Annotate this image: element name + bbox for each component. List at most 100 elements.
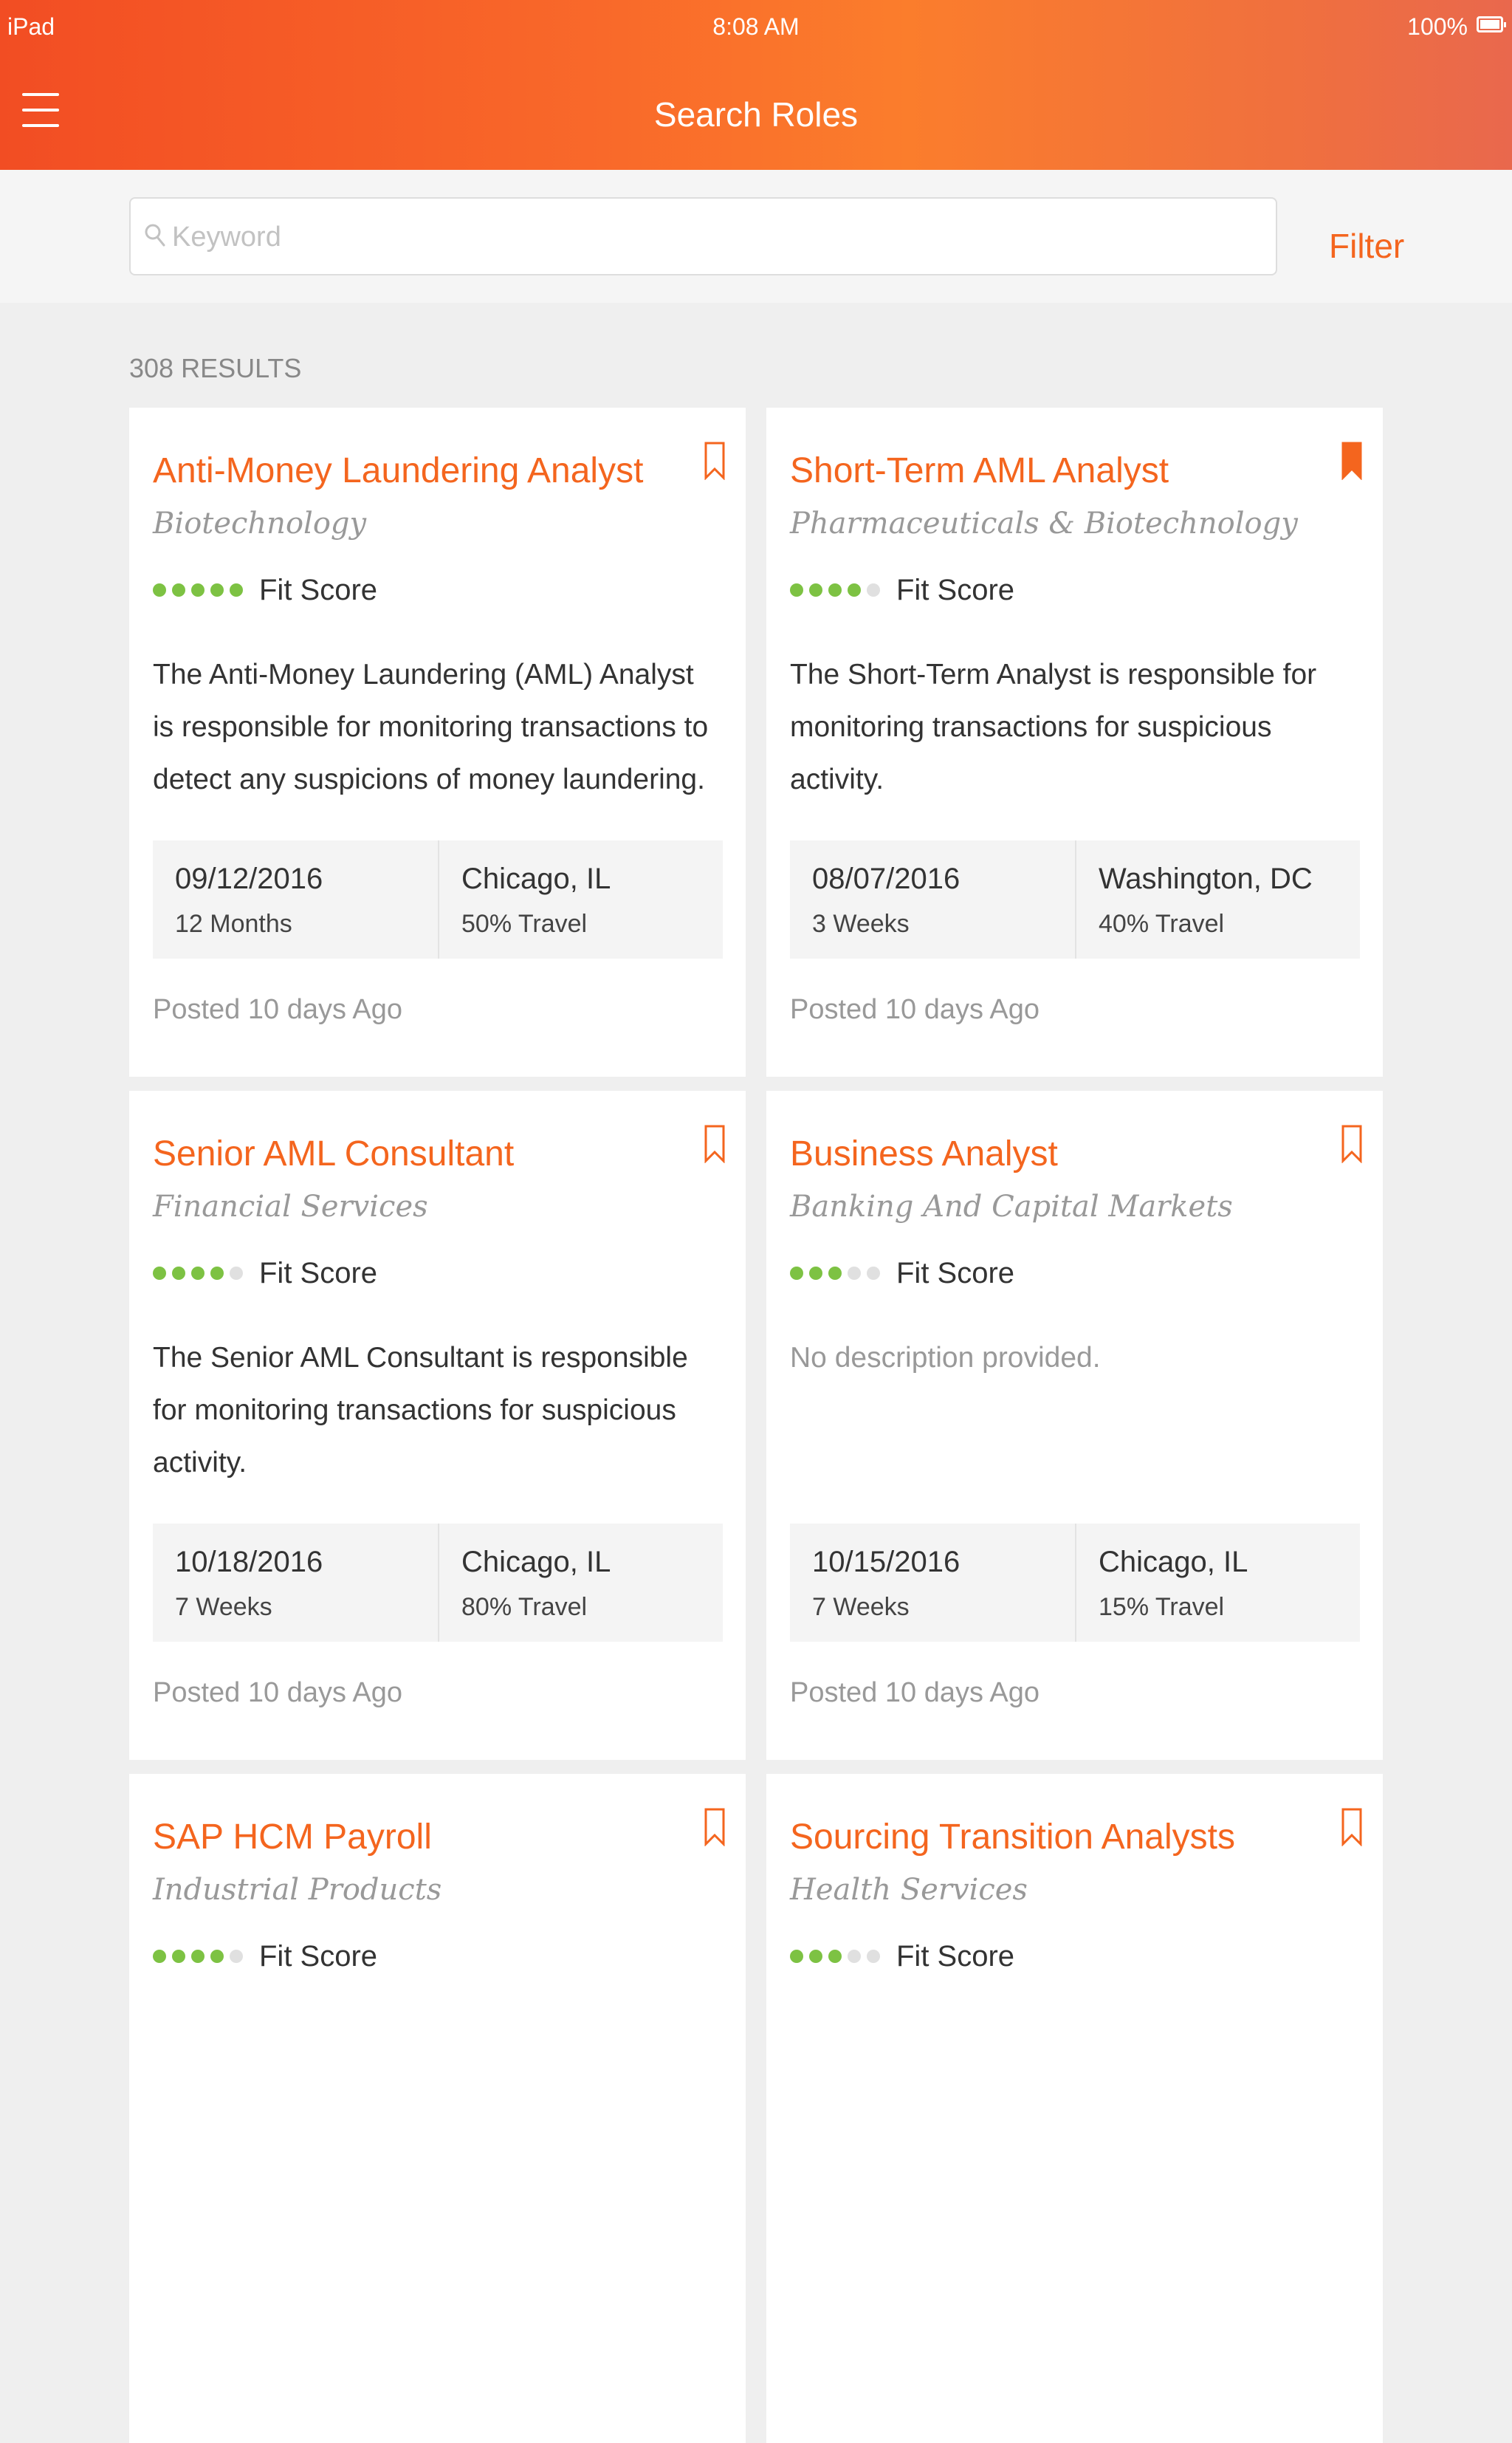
job-start-date: 10/18/2016 — [175, 1546, 323, 1578]
search-input[interactable] — [171, 199, 1266, 275]
fit-score-dot — [230, 583, 243, 597]
job-location-block: Chicago, IL 80% Travel — [438, 1524, 723, 1642]
job-location-block: Chicago, IL 50% Travel — [438, 840, 723, 959]
job-duration: 3 Weeks — [812, 910, 910, 938]
filter-button[interactable]: Filter — [1329, 226, 1404, 266]
fit-score-dot — [828, 1950, 842, 1963]
fit-score-dot — [867, 1267, 880, 1280]
job-details: 10/15/2016 7 Weeks Chicago, IL 15% Travel — [790, 1524, 1360, 1642]
job-duration: 7 Weeks — [175, 1593, 272, 1621]
fit-score-label: Fit Score — [896, 1939, 1015, 1973]
job-location: Chicago, IL — [461, 1546, 611, 1578]
fit-score-label: Fit Score — [259, 1256, 378, 1289]
fit-score-label: Fit Score — [896, 573, 1015, 606]
fit-score-dot — [790, 583, 803, 597]
job-industry: Financial Services — [153, 1190, 428, 1224]
bookmark-icon[interactable] — [1341, 1808, 1362, 1846]
job-card[interactable]: Anti-Money Laundering Analyst Biotechnolo… — [129, 408, 746, 1077]
job-travel: 80% Travel — [461, 1593, 588, 1621]
fit-score-dot — [172, 1267, 185, 1280]
fit-score-dot — [809, 1267, 822, 1280]
job-title[interactable]: Business Analyst — [790, 1134, 1058, 1174]
job-posted-date: Posted 10 days Ago — [790, 994, 1040, 1025]
fit-score-label: Fit Score — [259, 1939, 378, 1973]
job-details: 09/12/2016 12 Months Chicago, IL 50% Travel — [153, 840, 723, 959]
job-location-block: Chicago, IL 15% Travel — [1075, 1524, 1360, 1642]
job-schedule: 10/15/2016 7 Weeks — [790, 1524, 1075, 1642]
job-card[interactable]: Sourcing Transition Analysts Health Servi… — [766, 1774, 1383, 2443]
fit-score: Fit Score — [153, 572, 377, 609]
job-card[interactable]: SAP HCM Payroll Industrial Products Fit Sc… — [129, 1774, 746, 2443]
job-duration: 7 Weeks — [812, 1593, 910, 1621]
fit-score-dot — [790, 1950, 803, 1963]
job-industry: Biotechnology — [153, 507, 367, 541]
job-title[interactable]: Sourcing Transition Analysts — [790, 1817, 1235, 1857]
job-title[interactable]: Senior AML Consultant — [153, 1134, 514, 1174]
job-card[interactable]: Senior AML Consultant Financial Services F… — [129, 1091, 746, 1760]
fit-score-dot — [230, 1950, 243, 1963]
fit-score: Fit Score — [153, 1938, 377, 1975]
job-posted-date: Posted 10 days Ago — [790, 1677, 1040, 1708]
job-description: The Anti-Money Laundering (AML) Analyst … — [153, 659, 709, 795]
job-posted-date: Posted 10 days Ago — [153, 1677, 403, 1708]
bookmark-icon[interactable] — [704, 1808, 725, 1846]
job-posted-date: Posted 10 days Ago — [153, 994, 403, 1025]
job-details: 08/07/2016 3 Weeks Washington, DC 40% Trave… — [790, 840, 1360, 959]
job-description: The Short-Term Analyst is responsible fo… — [790, 659, 1317, 795]
job-travel: 40% Travel — [1099, 910, 1225, 938]
job-location: Chicago, IL — [461, 863, 611, 895]
fit-score-dot — [210, 1267, 224, 1280]
job-card[interactable]: Short-Term AML Analyst Pharmaceuticals & … — [766, 408, 1383, 1077]
job-description: No description provided. — [790, 1342, 1101, 1374]
status-battery-percent: 100% — [1407, 13, 1468, 40]
bookmark-filled-icon[interactable] — [1341, 442, 1362, 480]
job-description: The Senior AML Consultant is responsible… — [153, 1342, 688, 1479]
job-schedule: 08/07/2016 3 Weeks — [790, 840, 1075, 959]
fit-score-dot — [153, 583, 166, 597]
fit-score-dot — [191, 1950, 205, 1963]
fit-score-dot — [848, 1267, 861, 1280]
fit-score-label: Fit Score — [896, 1256, 1015, 1289]
bookmark-icon[interactable] — [704, 1125, 725, 1163]
search-field[interactable] — [129, 197, 1277, 275]
job-industry: Industrial Products — [153, 1873, 442, 1907]
job-location: Chicago, IL — [1099, 1546, 1248, 1578]
job-card[interactable]: Business Analyst Banking And Capital Mark… — [766, 1091, 1383, 1760]
job-schedule: 09/12/2016 12 Months — [153, 840, 438, 959]
job-title[interactable]: Anti-Money Laundering Analyst — [153, 450, 643, 491]
fit-score: Fit Score — [790, 572, 1014, 609]
job-start-date: 08/07/2016 — [812, 863, 961, 895]
job-start-date: 10/15/2016 — [812, 1546, 961, 1578]
job-title[interactable]: Short-Term AML Analyst — [790, 450, 1169, 491]
fit-score: Fit Score — [790, 1255, 1014, 1292]
fit-score-dot — [828, 1267, 842, 1280]
fit-score-dot — [153, 1950, 166, 1963]
bookmark-icon[interactable] — [704, 442, 725, 480]
job-travel: 50% Travel — [461, 910, 588, 938]
job-start-date: 09/12/2016 — [175, 863, 323, 895]
job-title[interactable]: SAP HCM Payroll — [153, 1817, 432, 1857]
fit-score-dot — [172, 583, 185, 597]
app-header: iPad 8:08 AM 100% Search Roles — [0, 0, 1512, 170]
job-location-block: Washington, DC 40% Travel — [1075, 840, 1360, 959]
page-title: Search Roles — [653, 95, 859, 134]
fit-score-dot — [210, 583, 224, 597]
fit-score-dot — [210, 1950, 224, 1963]
fit-score: Fit Score — [153, 1255, 377, 1292]
fit-score-dot — [867, 1950, 880, 1963]
fit-score-dot — [848, 1950, 861, 1963]
fit-score-dot — [153, 1267, 166, 1280]
battery-icon — [1477, 16, 1506, 32]
results-count: 308 RESULTS — [129, 353, 302, 383]
bookmark-icon[interactable] — [1341, 1125, 1362, 1163]
fit-score-dot — [828, 583, 842, 597]
status-time: 8:08 AM — [712, 13, 800, 40]
fit-score-dot — [191, 1267, 205, 1280]
fit-score-dot — [867, 583, 880, 597]
job-schedule: 10/18/2016 7 Weeks — [153, 1524, 438, 1642]
search-icon — [145, 224, 165, 247]
fit-score-dot — [790, 1267, 803, 1280]
job-travel: 15% Travel — [1099, 1593, 1225, 1621]
fit-score-dot — [172, 1950, 185, 1963]
search-bar: Filter — [0, 170, 1512, 303]
